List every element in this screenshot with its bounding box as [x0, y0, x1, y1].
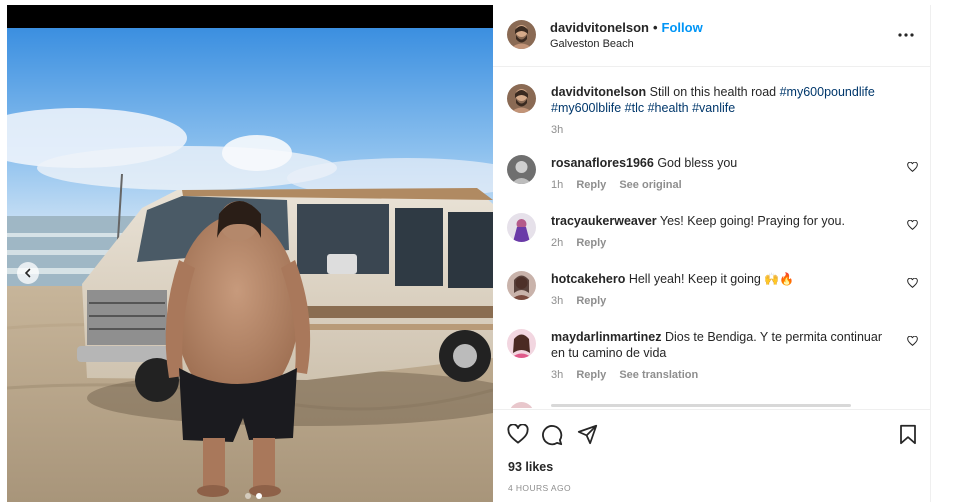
like-button[interactable]: [507, 423, 529, 447]
save-button[interactable]: [899, 424, 917, 448]
reply-button[interactable]: Reply: [576, 295, 606, 307]
comment-item-clipped: [493, 400, 931, 408]
comment-body: God bless you: [657, 156, 738, 170]
comment-meta: 1h Reply See original: [551, 179, 692, 191]
comment-like-button[interactable]: [907, 276, 918, 291]
heart-icon: [907, 219, 918, 230]
carousel-indicator: [245, 493, 262, 499]
comment-body: Hell yeah! Keep it going: [628, 272, 761, 286]
comment-text: hotcakehero Hell yeah! Keep it going 🙌🔥: [551, 271, 891, 287]
post-timestamp: 4 HOURS AGO: [508, 483, 571, 493]
comment-like-button[interactable]: [907, 218, 918, 233]
comment-like-button[interactable]: [907, 160, 918, 175]
caption-body: Still on this health road: [649, 85, 777, 99]
heart-icon: [507, 423, 529, 444]
comment-avatar[interactable]: [507, 329, 536, 358]
bookmark-icon: [900, 424, 916, 445]
comment-text: rosanaflores1966 God bless you: [551, 155, 891, 171]
more-options-button[interactable]: [898, 26, 914, 37]
comment-time: 3h: [551, 369, 564, 381]
see-original-button[interactable]: See original: [619, 179, 681, 191]
comment-username[interactable]: rosanaflores1966: [551, 156, 654, 170]
caption-avatar[interactable]: [507, 84, 536, 113]
comments-list: davidvitonelson Still on this health roa…: [493, 68, 931, 408]
chevron-left-icon: [24, 268, 31, 278]
reply-button[interactable]: Reply: [576, 179, 606, 191]
comment-icon: [542, 425, 563, 446]
author-username[interactable]: davidvitonelson: [550, 20, 649, 35]
hashtag[interactable]: #health: [648, 101, 689, 115]
comment-time: 2h: [551, 237, 564, 249]
post-header: davidvitonelson • Follow Galveston Beach: [493, 5, 931, 67]
comment-username[interactable]: maydarlinmartinez: [551, 330, 661, 344]
comment-avatar[interactable]: [507, 213, 536, 242]
post-media: [7, 5, 493, 502]
follow-button[interactable]: Follow: [662, 20, 703, 35]
hashtag[interactable]: #tlc: [625, 101, 644, 115]
reply-button[interactable]: Reply: [576, 237, 606, 249]
author-line: davidvitonelson • Follow: [550, 20, 703, 35]
heart-icon: [907, 277, 918, 288]
share-button[interactable]: [577, 424, 598, 448]
comment-time: 1h: [551, 179, 564, 191]
send-icon: [577, 424, 598, 445]
comment-avatar[interactable]: [507, 271, 536, 300]
hashtag[interactable]: #my600poundlife: [780, 85, 875, 99]
author-avatar[interactable]: [507, 20, 536, 49]
carousel-dot: [245, 493, 251, 499]
carousel-prev-button[interactable]: [17, 262, 39, 284]
reply-button[interactable]: Reply: [576, 369, 606, 381]
caption-text: davidvitonelson Still on this health roa…: [551, 84, 891, 116]
comment-body: Yes! Keep going! Praying for you.: [659, 214, 845, 228]
comment-text: tracyaukerweaver Yes! Keep going! Prayin…: [551, 213, 891, 229]
more-horizontal-icon: [898, 33, 914, 37]
carousel-dot-active: [256, 493, 262, 499]
hashtag[interactable]: #my600lblife: [551, 101, 621, 115]
comment-emoji: 🙌🔥: [764, 272, 795, 286]
caption-username[interactable]: davidvitonelson: [551, 85, 646, 99]
post-location[interactable]: Galveston Beach: [550, 38, 634, 50]
comment-avatar[interactable]: [507, 155, 536, 184]
heart-icon: [907, 335, 918, 346]
photo-letterbox: [7, 5, 493, 28]
post-photo: [7, 28, 493, 502]
comment-meta: 3h Reply: [551, 295, 616, 307]
see-translation-button[interactable]: See translation: [619, 369, 698, 381]
comment-meta: 3h Reply See translation: [551, 369, 708, 381]
post-actions: 93 likes 4 HOURS AGO: [493, 409, 931, 502]
comment-like-button[interactable]: [907, 334, 918, 349]
heart-icon: [907, 161, 918, 172]
caption-meta: 3h: [551, 124, 573, 136]
comment-time: 3h: [551, 295, 564, 307]
comment-username[interactable]: tracyaukerweaver: [551, 214, 657, 228]
comment-username[interactable]: hotcakehero: [551, 272, 625, 286]
comment-meta: 2h Reply: [551, 237, 616, 249]
comment-button[interactable]: [541, 424, 563, 449]
hashtag[interactable]: #vanlife: [692, 101, 735, 115]
likes-count[interactable]: 93 likes: [508, 460, 553, 474]
caption-time: 3h: [551, 124, 564, 136]
post-sidebar: davidvitonelson•Follow Galveston Beach: [493, 5, 931, 502]
separator-dot: •: [652, 20, 658, 35]
comment-text: maydarlinmartinez Dios te Bendiga. Y te …: [551, 329, 891, 361]
